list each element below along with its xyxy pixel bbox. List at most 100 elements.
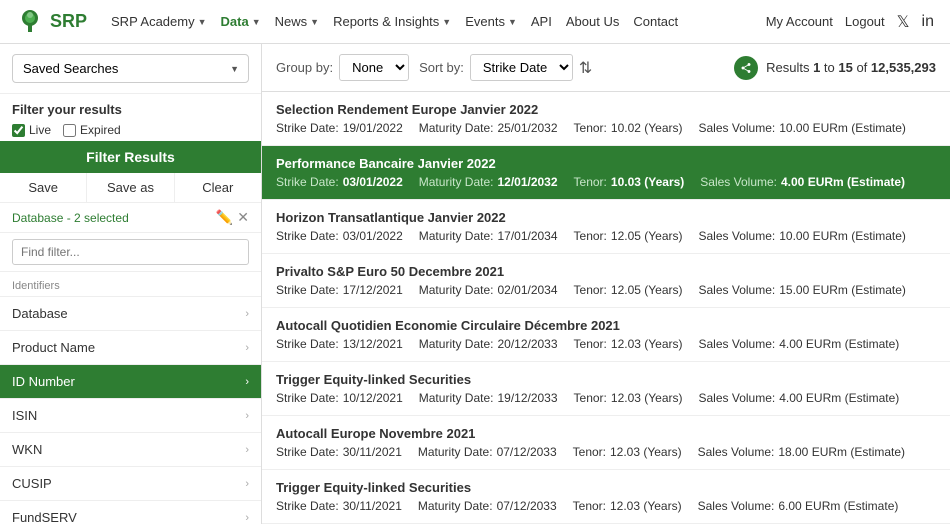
- maturity-date: Maturity Date: 07/12/2033: [418, 499, 557, 513]
- group-by-control: Group by: None: [276, 54, 409, 81]
- chevron-right-icon: ›: [245, 444, 249, 456]
- maturity-date: Maturity Date: 25/01/2032: [419, 121, 558, 135]
- sales-volume: Sales Volume: 4.00 EURm (Estimate): [699, 391, 900, 405]
- logout-link[interactable]: Logout: [845, 14, 885, 29]
- result-title: Horizon Transatlantique Janvier 2022: [276, 210, 936, 225]
- database-tag: Database - 2 selected ✏️ ✕: [0, 203, 261, 233]
- maturity-date: Maturity Date: 20/12/2033: [419, 337, 558, 351]
- expired-checkbox-label[interactable]: Expired: [63, 123, 121, 137]
- save-button[interactable]: Save: [0, 173, 87, 202]
- logo-text: SRP: [50, 11, 87, 32]
- result-meta: Strike Date: 03/01/2022 Maturity Date: 1…: [276, 175, 936, 189]
- nav-news[interactable]: News ▼: [275, 14, 319, 29]
- tenor: Tenor: 10.03 (Years): [574, 175, 685, 189]
- filter-item-label: CUSIP: [12, 476, 52, 491]
- live-checkbox[interactable]: [12, 124, 25, 137]
- result-title: Autocall Europe Novembre 2021: [276, 426, 936, 441]
- nav-data[interactable]: Data ▼: [221, 14, 261, 29]
- tenor: Tenor: 10.02 (Years): [574, 121, 683, 135]
- result-meta: Strike Date: 30/11/2021 Maturity Date: 0…: [276, 445, 936, 459]
- filter-item-isin[interactable]: ISIN›: [0, 399, 261, 433]
- logo-icon: [16, 8, 44, 36]
- chevron-right-icon: ›: [245, 308, 249, 320]
- results-info: Results 1 to 15 of 12,535,293: [734, 56, 936, 80]
- sales-volume: Sales Volume: 10.00 EURm (Estimate): [699, 229, 906, 243]
- sort-by-select[interactable]: Strike Date: [470, 54, 573, 81]
- identifiers-section-title: Identifiers: [0, 272, 261, 297]
- news-chevron: ▼: [310, 17, 319, 27]
- twitter-icon[interactable]: 𝕏: [897, 12, 910, 32]
- close-icon[interactable]: ✕: [237, 209, 249, 226]
- strike-date: Strike Date: 03/01/2022: [276, 229, 403, 243]
- nav-reports[interactable]: Reports & Insights ▼: [333, 14, 451, 29]
- nav-srp-academy[interactable]: SRP Academy ▼: [111, 14, 207, 29]
- nav-api[interactable]: API: [531, 14, 552, 29]
- strike-date: Strike Date: 30/11/2021: [276, 499, 402, 513]
- result-item[interactable]: Performance Bancaire Janvier 2022 Strike…: [262, 146, 950, 200]
- live-checkbox-label[interactable]: Live: [12, 123, 51, 137]
- tenor: Tenor: 12.05 (Years): [574, 283, 683, 297]
- maturity-date: Maturity Date: 19/12/2033: [419, 391, 558, 405]
- strike-date: Strike Date: 03/01/2022: [276, 175, 403, 189]
- filter-header: Filter your results Live Expired: [0, 94, 261, 141]
- nav-contact[interactable]: Contact: [633, 14, 678, 29]
- filter-item-label: ID Number: [12, 374, 75, 389]
- expired-checkbox[interactable]: [63, 124, 76, 137]
- chevron-right-icon: ›: [245, 342, 249, 354]
- result-title: Trigger Equity-linked Securities: [276, 372, 936, 387]
- filter-checkboxes: Live Expired: [12, 123, 249, 137]
- result-meta: Strike Date: 19/01/2022 Maturity Date: 2…: [276, 121, 936, 135]
- logo[interactable]: SRP: [16, 8, 87, 36]
- result-meta: Strike Date: 17/12/2021 Maturity Date: 0…: [276, 283, 936, 297]
- saved-searches-wrapper: Saved Searches: [12, 54, 249, 83]
- saved-searches-select[interactable]: Saved Searches: [12, 54, 249, 83]
- tenor: Tenor: 12.03 (Years): [574, 337, 683, 351]
- result-item[interactable]: Autocall Europe Novembre 2021 Strike Dat…: [262, 416, 950, 470]
- filter-items-list: Database›Product Name›ID Number›ISIN›WKN…: [0, 297, 261, 524]
- filter-item-wkn[interactable]: WKN ›: [0, 433, 261, 467]
- my-account-link[interactable]: My Account: [766, 14, 833, 29]
- filter-item-database[interactable]: Database›: [0, 297, 261, 331]
- result-item[interactable]: Trigger Equity-linked Securities Strike …: [262, 362, 950, 416]
- clear-button[interactable]: Clear: [175, 173, 261, 202]
- chevron-right-icon: ›: [245, 376, 249, 388]
- save-as-button[interactable]: Save as: [87, 173, 174, 202]
- database-tag-icons: ✏️ ✕: [216, 209, 249, 226]
- result-meta: Strike Date: 03/01/2022 Maturity Date: 1…: [276, 229, 936, 243]
- nav-events[interactable]: Events ▼: [465, 14, 517, 29]
- filter-item-fundserv[interactable]: FundSERV›: [0, 501, 261, 524]
- linkedin-icon[interactable]: in: [922, 13, 934, 31]
- filter-actions: Save Save as Clear: [0, 173, 261, 203]
- filter-item-cusip[interactable]: CUSIP›: [0, 467, 261, 501]
- result-title: Autocall Quotidien Economie Circulaire D…: [276, 318, 936, 333]
- tenor: Tenor: 12.03 (Years): [574, 391, 683, 405]
- nav-right: My Account Logout 𝕏 in: [766, 12, 934, 32]
- sort-direction-icon[interactable]: ⇅: [579, 58, 592, 78]
- find-filter-input[interactable]: [12, 239, 249, 265]
- nav-about[interactable]: About Us: [566, 14, 619, 29]
- result-item[interactable]: Selection Rendement Europe Janvier 2022 …: [262, 92, 950, 146]
- result-item[interactable]: Trigger Equity-linked Securities Strike …: [262, 470, 950, 524]
- main-content: Group by: None Sort by: Strike Date ⇅ Re…: [262, 44, 950, 524]
- filter-item-label: Product Name: [12, 340, 95, 355]
- edit-icon[interactable]: ✏️: [216, 209, 233, 226]
- share-button[interactable]: [734, 56, 758, 80]
- result-title: Performance Bancaire Janvier 2022: [276, 156, 936, 171]
- result-title: Trigger Equity-linked Securities: [276, 480, 936, 495]
- toolbar: Group by: None Sort by: Strike Date ⇅ Re…: [262, 44, 950, 92]
- filter-item-label: WKN: [12, 442, 42, 457]
- filter-item-label: FundSERV: [12, 510, 77, 524]
- chevron-right-icon: ›: [245, 410, 249, 422]
- filter-results-header: Filter Results: [0, 141, 261, 173]
- result-item[interactable]: Horizon Transatlantique Janvier 2022 Str…: [262, 200, 950, 254]
- strike-date: Strike Date: 10/12/2021: [276, 391, 403, 405]
- result-item[interactable]: Autocall Quotidien Economie Circulaire D…: [262, 308, 950, 362]
- filter-item-id-number[interactable]: ID Number ›: [0, 365, 261, 399]
- sales-volume: Sales Volume: 10.00 EURm (Estimate): [699, 121, 906, 135]
- maturity-date: Maturity Date: 12/01/2032: [419, 175, 558, 189]
- result-item[interactable]: Privalto S&P Euro 50 Decembre 2021 Strik…: [262, 254, 950, 308]
- filter-item-product-name[interactable]: Product Name ›: [0, 331, 261, 365]
- result-meta: Strike Date: 13/12/2021 Maturity Date: 2…: [276, 337, 936, 351]
- strike-date: Strike Date: 13/12/2021: [276, 337, 403, 351]
- group-by-select[interactable]: None: [339, 54, 409, 81]
